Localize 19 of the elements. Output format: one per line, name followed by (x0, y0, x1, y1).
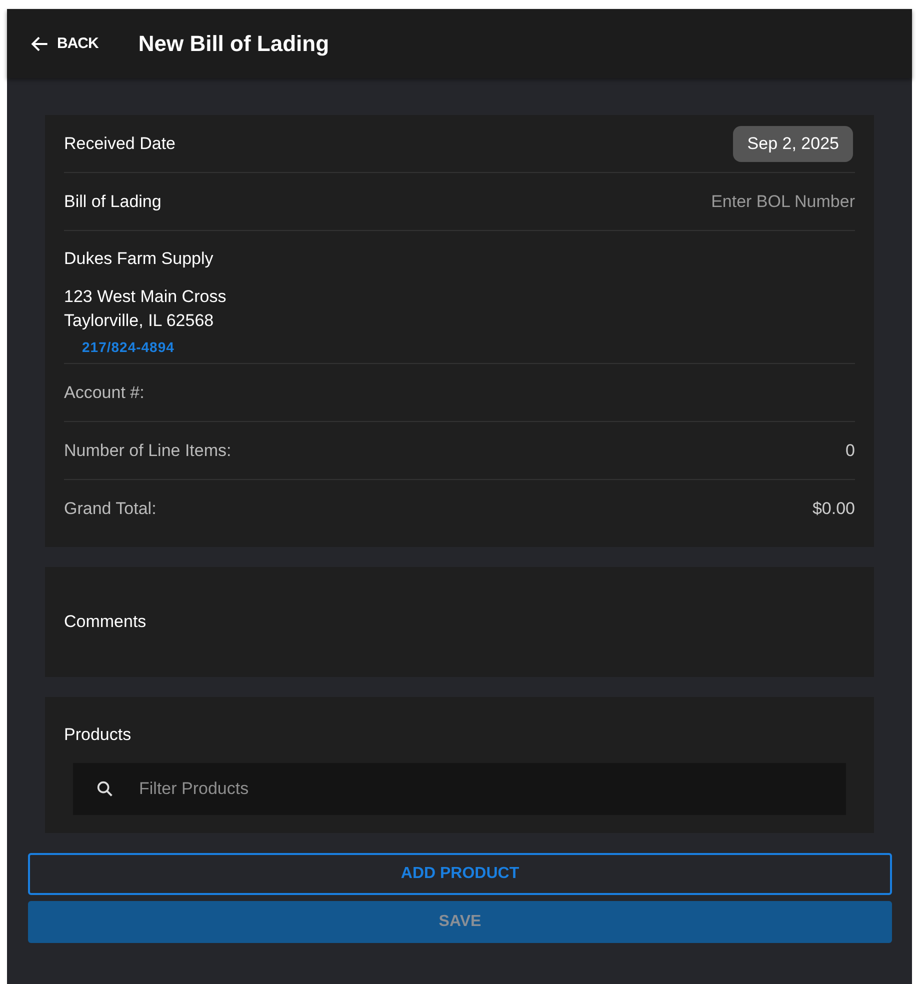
add-product-button[interactable]: ADD PRODUCT (28, 853, 892, 895)
field-label: Received Date (64, 134, 176, 154)
back-button[interactable]: BACK (29, 32, 98, 54)
phone-link[interactable]: 217/824-4894 (82, 339, 174, 355)
vendor-name: Dukes Farm Supply (64, 249, 214, 269)
bol-number-field[interactable]: Enter BOL Number (555, 192, 855, 212)
filter-field[interactable]: Filter Products (73, 763, 846, 815)
field-label: Bill of Lading (64, 192, 162, 212)
section-title: Products (64, 725, 132, 745)
section-title: Comments (64, 612, 146, 632)
summary-label: Number of Line Items: (64, 440, 232, 460)
date-picker-button[interactable]: Sep 2, 2025 (733, 126, 853, 162)
address-line: 123 West Main Cross (64, 286, 228, 308)
page-title: New Bill of Lading (138, 30, 330, 56)
summary-value: $0.00 (812, 498, 855, 518)
summary-label: Grand Total: (64, 498, 156, 518)
summary-value: 0 (846, 440, 855, 460)
summary-label: Account #: (64, 382, 144, 402)
address-line: Taylorville, IL 62568 (64, 310, 215, 332)
